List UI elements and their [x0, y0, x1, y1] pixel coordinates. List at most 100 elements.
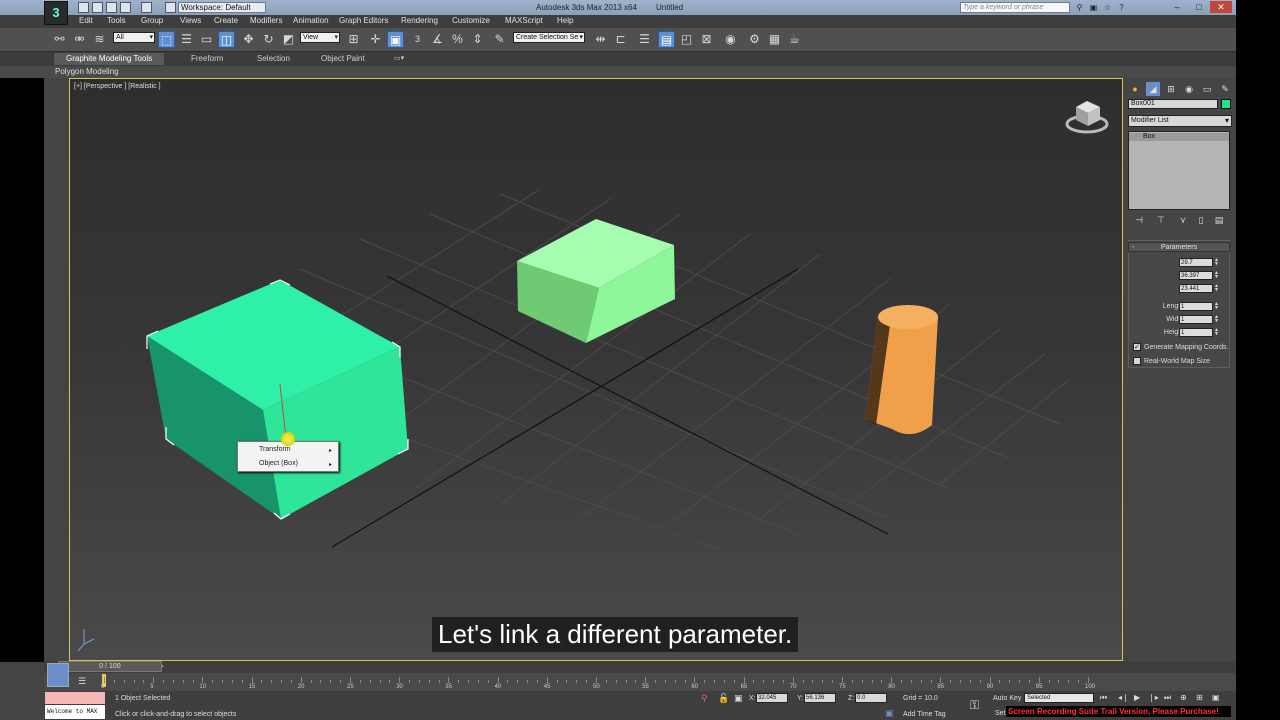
width-segs-field[interactable]: 1	[1179, 315, 1213, 324]
spinner-icon[interactable]: ▲ ▼	[1214, 315, 1220, 324]
open-file-icon[interactable]	[92, 2, 103, 13]
height-field[interactable]: 23.441	[1179, 284, 1213, 293]
menu-group[interactable]: Group	[141, 16, 163, 25]
menu-customize[interactable]: Customize	[452, 16, 490, 25]
length-segs-field[interactable]: 1	[1179, 302, 1213, 311]
generate-mapping-checkbox[interactable]: ✓	[1133, 343, 1141, 351]
select-object-icon[interactable]: ⬚	[158, 31, 175, 48]
make-unique-icon[interactable]: ⋎	[1177, 214, 1189, 226]
bind-space-warp-icon[interactable]: ≋	[91, 31, 108, 48]
window-crossing-icon[interactable]: ◫	[218, 31, 235, 48]
track-bar-menu-icon[interactable]: ☰	[78, 676, 86, 687]
real-world-map-checkbox[interactable]	[1133, 357, 1141, 365]
modifier-list-dropdown[interactable]: Modifier List	[1128, 115, 1232, 127]
workspace-dropdown[interactable]: Workspace: Default	[178, 2, 266, 13]
align-icon[interactable]: ⊏	[612, 31, 629, 48]
go-to-end-icon[interactable]: ⏭	[1164, 693, 1171, 703]
schematic-view-icon[interactable]: ⊠	[698, 31, 715, 48]
next-frame-icon[interactable]: ❘▸	[1148, 693, 1159, 702]
communication-icon[interactable]: ☆	[1102, 2, 1113, 13]
menu-create[interactable]: Create	[214, 16, 238, 25]
perspective-viewport[interactable]: [+] [Perspective ] [Realistic ] Transfor…	[69, 78, 1123, 661]
previous-frame-icon[interactable]: ◂❘	[1118, 693, 1129, 702]
zoom-all-icon[interactable]: ⊞	[1196, 693, 1203, 702]
menu-tools[interactable]: Tools	[107, 16, 126, 25]
time-tag-icon[interactable]: ▣	[885, 708, 894, 719]
pin-stack-icon[interactable]: ⊣	[1133, 214, 1145, 226]
go-to-start-icon[interactable]: ⏮	[1100, 693, 1107, 703]
redo-icon[interactable]	[141, 2, 152, 13]
motion-tab-icon[interactable]: ◉	[1182, 82, 1196, 96]
undo-icon[interactable]	[120, 2, 131, 13]
select-manipulate-icon[interactable]: ✛	[367, 31, 384, 48]
parameters-rollout-header[interactable]: Parameters	[1128, 242, 1230, 252]
selection-lock-icon[interactable]: 🔓	[718, 693, 729, 704]
rectangular-selection-icon[interactable]: ▭	[198, 31, 215, 48]
help-search-input[interactable]: Type a keyword or phrase	[960, 2, 1070, 13]
isolate-selection-icon[interactable]: ⚲	[701, 693, 708, 704]
auto-key-button[interactable]: Auto Key	[993, 695, 1021, 702]
spinner-icon[interactable]: ▲ ▼	[1214, 271, 1220, 280]
mirror-icon[interactable]: ⇹	[592, 31, 609, 48]
render-setup-icon[interactable]: ⚙	[746, 31, 763, 48]
key-mode-dropdown[interactable]: Selected	[1024, 693, 1094, 703]
selection-filter-dropdown[interactable]: All	[113, 32, 155, 43]
create-tab-icon[interactable]: ●	[1128, 82, 1142, 96]
remove-modifier-icon[interactable]: ▯	[1195, 214, 1207, 226]
select-move-icon[interactable]: ✥	[240, 31, 257, 48]
stack-item-box[interactable]: Box	[1129, 133, 1229, 141]
help-icon[interactable]: ?	[1116, 2, 1127, 13]
reference-coordinate-dropdown[interactable]: View	[300, 32, 340, 43]
named-selection-sets-dropdown[interactable]: Create Selection Se	[513, 32, 585, 43]
add-time-tag[interactable]: Add Time Tag	[903, 711, 946, 718]
search-icon[interactable]: ⚲	[1074, 2, 1085, 13]
zoom-extents-icon[interactable]: ▣	[1212, 693, 1220, 702]
menu-help[interactable]: Help	[557, 16, 573, 25]
snaps-toggle-icon[interactable]: 3	[409, 31, 426, 48]
close-button[interactable]: ✕	[1210, 1, 1232, 13]
play-icon[interactable]: ▶	[1134, 693, 1140, 702]
show-end-result-icon[interactable]: ⊤	[1155, 214, 1167, 226]
time-slider-bar[interactable]: < >	[44, 661, 1236, 673]
menu-modifiers[interactable]: Modifiers	[250, 16, 282, 25]
link-icon[interactable]: ⚯	[51, 31, 68, 48]
layer-manager-icon[interactable]: ☰	[636, 31, 653, 48]
menu-rendering[interactable]: Rendering	[401, 16, 438, 25]
utilities-tab-icon[interactable]: ✎	[1218, 82, 1232, 96]
spinner-icon[interactable]: ▲ ▼	[1214, 284, 1220, 293]
set-key-icon[interactable]: ⚿	[970, 698, 979, 713]
display-tab-icon[interactable]: ▭	[1200, 82, 1214, 96]
width-field[interactable]: 36.397	[1179, 271, 1213, 280]
maximize-button[interactable]: □	[1188, 1, 1210, 13]
context-item-transform[interactable]: Transform	[259, 446, 291, 453]
maxscript-listener[interactable]: Welcome to MAX	[45, 705, 105, 719]
maxscript-listener-top[interactable]	[45, 692, 105, 704]
menu-maxscript[interactable]: MAXScript	[505, 16, 543, 25]
menu-views[interactable]: Views	[180, 16, 201, 25]
material-editor-icon[interactable]: ◉	[722, 31, 739, 48]
absolute-mode-icon[interactable]: ▣	[734, 693, 743, 704]
time-slider-thumb[interactable]: 0 / 100	[58, 661, 162, 672]
tab-selection[interactable]: Selection	[257, 54, 290, 63]
object-color-swatch[interactable]	[1221, 99, 1231, 109]
tab-freeform[interactable]: Freeform	[191, 54, 223, 63]
y-coordinate-field[interactable]: 56.136	[804, 693, 836, 703]
subscription-icon[interactable]: ▣	[1088, 2, 1099, 13]
spinner-icon[interactable]: ▲ ▼	[1214, 302, 1220, 311]
context-item-object-box[interactable]: Object (Box)	[259, 460, 298, 467]
z-coordinate-field[interactable]: 0.0	[855, 693, 887, 703]
menu-graph-editors[interactable]: Graph Editors	[339, 16, 388, 25]
curve-editor-icon[interactable]: ◰	[678, 31, 695, 48]
select-scale-icon[interactable]: ◩	[280, 31, 297, 48]
spinner-snap-icon[interactable]: ⇕	[469, 31, 486, 48]
object-name-field[interactable]: Box001	[1128, 99, 1218, 109]
zoom-icon[interactable]: ⊕	[1180, 693, 1187, 702]
percent-snap-icon[interactable]: %	[449, 31, 466, 48]
viewport-label[interactable]: [+] [Perspective ] [Realistic ]	[74, 83, 161, 90]
new-file-icon[interactable]	[78, 2, 89, 13]
angle-snap-icon[interactable]: ∡	[429, 31, 446, 48]
length-field[interactable]: 29.7	[1179, 258, 1213, 267]
graphite-toggle-icon[interactable]: ▤	[658, 31, 675, 48]
minimize-button[interactable]: –	[1166, 1, 1188, 13]
spinner-icon[interactable]: ▲ ▼	[1214, 328, 1220, 337]
